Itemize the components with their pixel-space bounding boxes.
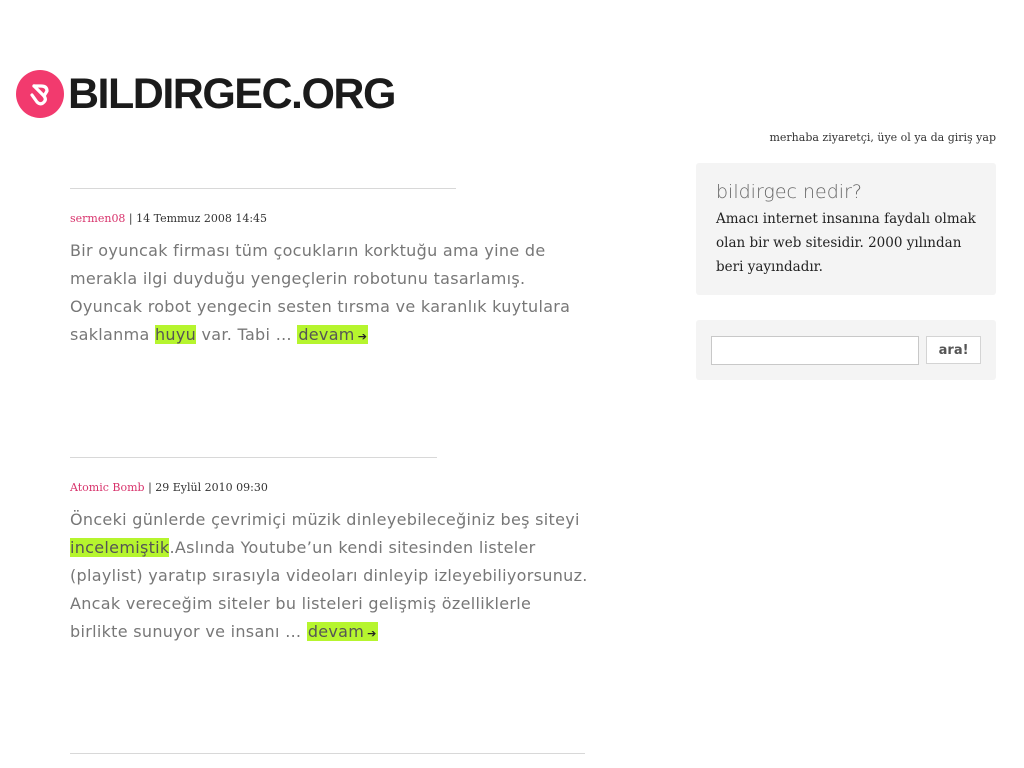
post-date: 14 Temmuz 2008 14:45 [136, 212, 268, 225]
highlighted-word: incelemiştik [70, 538, 170, 557]
post-excerpt: Bir oyuncak firması tüm çocukların korkt… [70, 237, 590, 351]
read-more-label: devam [307, 622, 365, 641]
post-date: 29 Eylül 2010 09:30 [155, 481, 268, 494]
login-link[interactable]: giriş yap [948, 131, 996, 144]
post-meta: Atomic Bomb | 29 Eylül 2010 09:30 [70, 481, 590, 494]
post-author-link[interactable]: sermen08 [70, 212, 125, 225]
user-bar: merhaba ziyaretçi, üye ol ya da giriş ya… [769, 131, 996, 144]
post-divider [70, 188, 456, 189]
post-divider [70, 457, 437, 458]
about-title: bildirgec nedir? [716, 181, 862, 203]
userbar-connector: ya da [910, 131, 948, 144]
post-divider [70, 753, 585, 754]
highlighted-word: huyu [154, 325, 197, 344]
post-item: Atomic Bomb | 29 Eylül 2010 09:30 Önceki… [70, 457, 590, 648]
meta-separator: | [125, 212, 137, 225]
greeting-text: merhaba ziyaretçi, [769, 131, 878, 144]
logo-text: BILDIRGEC.ORG [68, 69, 396, 118]
about-text: Amacı internet insanına faydalı olmak ol… [716, 211, 976, 275]
excerpt-text: Önceki günlerde çevrimiçi müzik dinleyeb… [70, 510, 580, 529]
about-box: bildirgec nedir? Amacı internet insanına… [696, 163, 996, 295]
search-button[interactable]: ara! [926, 336, 981, 364]
read-more-label: devam [298, 325, 355, 344]
post-meta: sermen08 | 14 Temmuz 2008 14:45 [70, 212, 590, 225]
site-logo[interactable]: BILDIRGEC.ORG [16, 69, 396, 118]
arrow-right-icon: ➔ [357, 330, 368, 343]
search-box: ara! [696, 320, 996, 380]
excerpt-text: var. Tabi … [196, 325, 298, 344]
read-more-link[interactable]: devam ➔ [297, 325, 369, 344]
meta-separator: | [144, 481, 156, 494]
arrow-right-icon: ➔ [367, 627, 377, 640]
read-more-link[interactable]: devam ➔ [306, 622, 378, 641]
search-input[interactable] [711, 335, 920, 365]
heart-bird-logo-icon [16, 70, 64, 118]
post-item: sermen08 | 14 Temmuz 2008 14:45 Bir oyun… [70, 188, 590, 351]
post-author-link[interactable]: Atomic Bomb [70, 481, 145, 494]
post-excerpt: Önceki günlerde çevrimiçi müzik dinleyeb… [70, 506, 590, 648]
signup-link[interactable]: üye ol [877, 131, 910, 144]
